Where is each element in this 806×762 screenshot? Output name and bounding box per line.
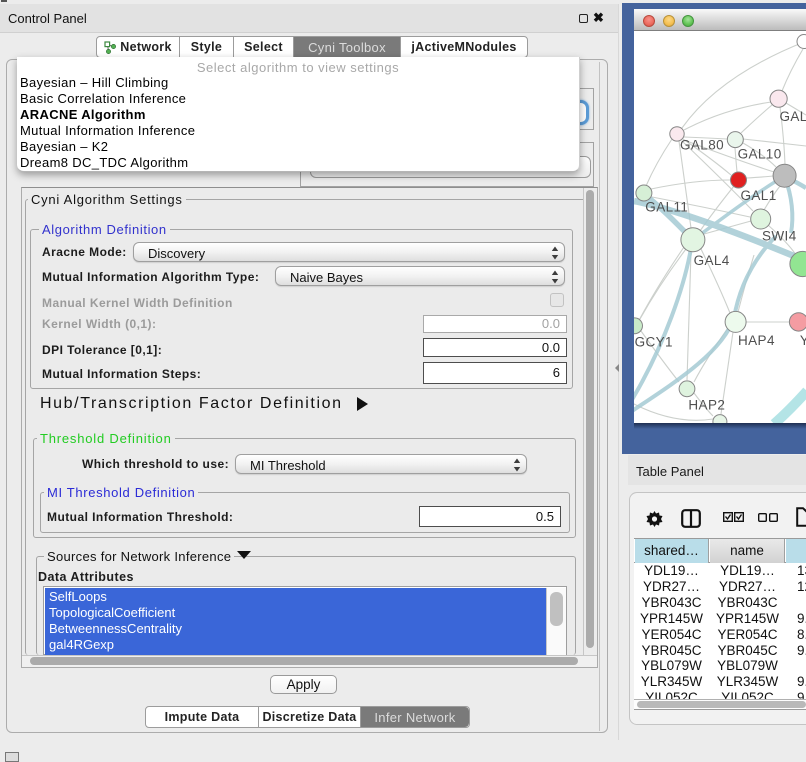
svg-text:GAL10: GAL10 (738, 146, 782, 161)
svg-text:GAL4: GAL4 (694, 253, 730, 268)
svg-text:GAL80: GAL80 (680, 138, 724, 153)
svg-text:GAL11: GAL11 (645, 200, 688, 215)
svg-text:GAL1: GAL1 (741, 188, 777, 203)
svg-text:HAP2: HAP2 (688, 397, 725, 412)
svg-text:GAL: GAL (780, 109, 806, 124)
svg-text:HAP4: HAP4 (738, 333, 775, 348)
svg-text:GCY1: GCY1 (635, 334, 673, 349)
svg-text:Y: Y (800, 333, 806, 348)
svg-text:SWI4: SWI4 (762, 229, 797, 244)
